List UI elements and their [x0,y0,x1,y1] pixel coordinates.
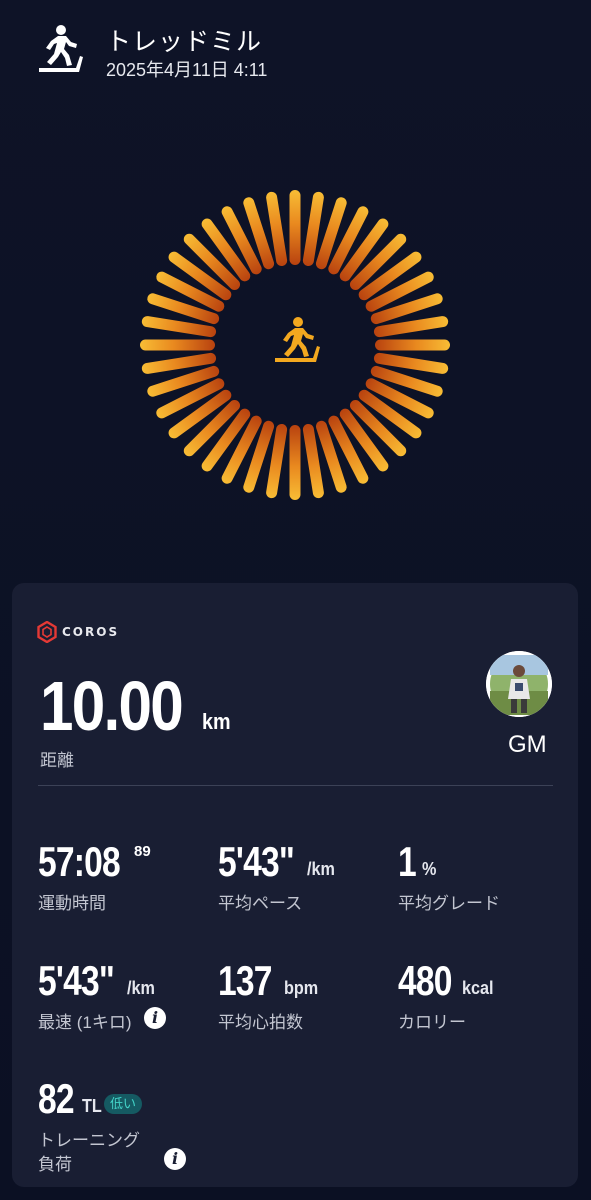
treadmill-icon [271,316,323,364]
stat-moving-time: 57:08 89 運動時間 [38,838,151,914]
moving-time-label: 運動時間 [38,894,106,913]
best-1k-label: 最速 (1キロ) [38,1013,132,1032]
brand: COROS [37,619,119,645]
activity-detail-screen: トレッドミル 2025年4月11日 4:11 COROS 10.00 km 距離… [0,0,591,1200]
treadmill-icon [36,24,86,74]
avg-pace-label: 平均ペース [218,894,303,913]
ring-spoke [140,339,215,351]
stat-avg-hr: 137 bpm 平均心拍数 [218,957,318,1033]
stat-calories: 480 kcal カロリー [398,957,494,1033]
stat-avg-pace: 5'43" /km 平均ペース [218,838,335,914]
training-load-badge: 低い [104,1094,143,1114]
moving-time-value: 57:08 [38,838,121,885]
moving-time-hundredths: 89 [134,843,151,860]
ring-spoke [289,190,301,265]
training-load-label-line2: 負荷 [38,1155,72,1174]
distance-value: 10.00 [40,667,184,745]
activity-ring [135,185,455,505]
divider [38,785,553,786]
avg-grade-label: 平均グレード [398,894,500,913]
calories-unit: kcal [462,978,494,998]
calories-value: 480 [398,957,452,1004]
activity-header: トレッドミル 2025年4月11日 4:11 [0,0,591,100]
distance-label: 距離 [40,751,74,770]
avg-grade-value: 1 [398,838,417,885]
avg-pace-unit: /km [307,859,335,879]
stat-best-1k: 5'43" /km 最速 (1キロ) i [38,957,166,1032]
distance-unit: km [202,709,231,734]
avg-hr-unit: bpm [284,978,319,998]
stat-avg-grade: 1 % 平均グレード [398,838,500,914]
best-1k-unit: /km [127,978,155,998]
best-1k-value: 5'43" [38,957,115,1004]
activity-datetime: 2025年4月11日 4:11 [106,60,268,80]
info-icon[interactable]: i [164,1148,186,1170]
training-load-label-line1: トレーニング [38,1131,140,1150]
avg-pace-value: 5'43" [218,838,295,885]
avg-hr-label: 平均心拍数 [218,1013,303,1032]
training-load-unit: TL [82,1096,102,1116]
distance-value-group: 10.00 km [40,667,231,745]
stat-training-load: 82 TL 低い トレーニング 負荷 i [38,1075,186,1174]
activity-title: トレッドミル [106,28,263,56]
ring-spoke [289,425,301,500]
avatar[interactable] [486,651,552,717]
user-name: GM [508,731,547,758]
calories-label: カロリー [398,1013,466,1032]
avg-grade-unit: % [422,859,437,879]
avg-hr-value: 137 [218,957,272,1004]
coros-logo [37,621,57,643]
training-load-value: 82 [38,1075,75,1122]
info-icon[interactable]: i [144,1007,166,1029]
ring-spoke [375,339,450,351]
summary-card: COROS 10.00 km 距離 GM 57:08 89 運動時間 5'43"… [12,583,578,1187]
brand-name: COROS [62,625,120,639]
